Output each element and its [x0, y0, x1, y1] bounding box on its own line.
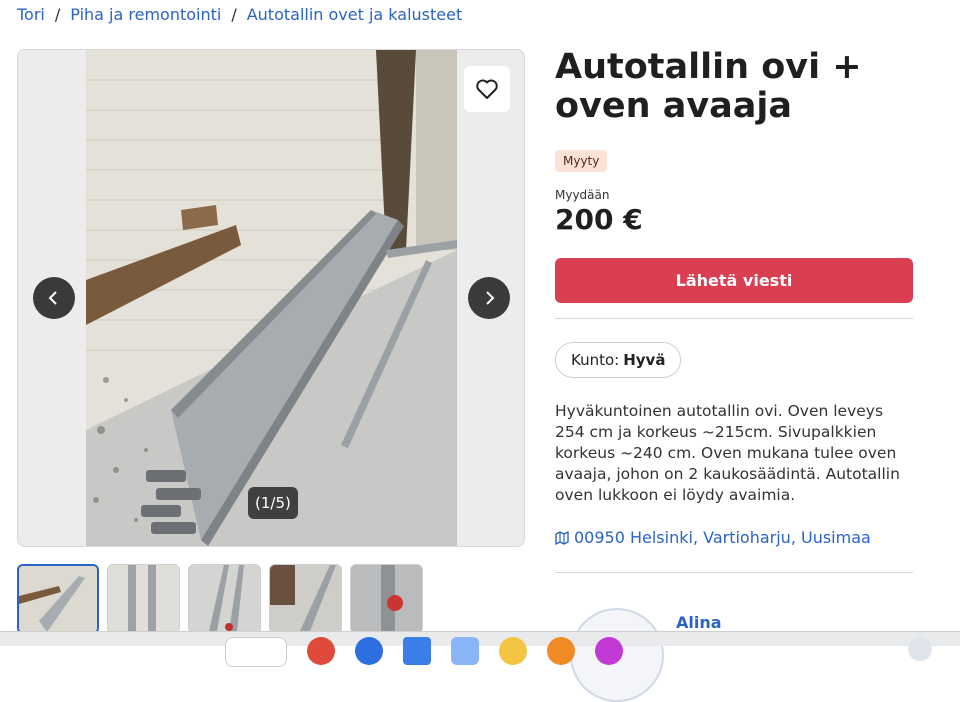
garage-door-photo: [86, 50, 457, 546]
taskbar-app-icon[interactable]: [547, 637, 575, 665]
condition-label: Kunto:: [571, 351, 620, 369]
image-gallery: (1/5): [17, 49, 525, 547]
breadcrumb-link-tori[interactable]: Tori: [17, 5, 45, 24]
favorite-button[interactable]: [464, 66, 510, 112]
breadcrumb: Tori / Piha ja remontointi / Autotallin …: [17, 5, 462, 24]
thumbnail-4[interactable]: [269, 564, 342, 634]
breadcrumb-link-autotallin-ovet[interactable]: Autotallin ovet ja kalusteet: [247, 5, 463, 24]
chevron-left-icon: [48, 291, 57, 305]
taskbar-tray-icon[interactable]: [908, 637, 932, 661]
taskbar-app-icon[interactable]: [355, 637, 383, 665]
location-text: 00950 Helsinki, Vartioharju, Uusimaa: [574, 528, 871, 547]
price-label: Myydään: [555, 188, 610, 202]
divider: [555, 318, 913, 319]
thumbnail-3[interactable]: [188, 564, 261, 634]
taskbar-app-icon[interactable]: [499, 637, 527, 665]
chevron-right-icon: [486, 291, 495, 305]
breadcrumb-separator: /: [231, 5, 237, 24]
map-icon: [555, 530, 569, 545]
thumbnail-2[interactable]: [107, 564, 180, 634]
thumbnail-3-image: [189, 565, 260, 631]
taskbar-app-icon[interactable]: [451, 637, 479, 665]
taskbar: [0, 631, 960, 667]
thumbnail-1[interactable]: [17, 564, 99, 634]
divider: [555, 572, 913, 573]
seller-name[interactable]: Alina: [676, 613, 722, 632]
taskbar-app-icon[interactable]: [403, 637, 431, 665]
thumbnail-5[interactable]: [350, 564, 423, 634]
thumbnail-4-image: [270, 565, 341, 631]
previous-image-button[interactable]: [33, 277, 75, 319]
listing-title: Autotallin ovi + oven avaaja: [555, 47, 862, 126]
location-link[interactable]: 00950 Helsinki, Vartioharju, Uusimaa: [555, 528, 871, 547]
taskbar-search[interactable]: [225, 637, 287, 667]
thumbnail-1-image: [19, 566, 97, 632]
listing-description: Hyväkuntoinen autotallin ovi. Oven levey…: [555, 402, 900, 504]
condition-value: Hyvä: [623, 351, 666, 369]
image-counter: (1/5): [248, 487, 298, 519]
breadcrumb-link-piha[interactable]: Piha ja remontointi: [70, 5, 221, 24]
main-photo[interactable]: [86, 50, 457, 546]
taskbar-app-icon[interactable]: [595, 637, 623, 665]
thumbnail-5-image: [351, 565, 422, 631]
send-message-button[interactable]: Lähetä viesti: [555, 258, 913, 303]
next-image-button[interactable]: [468, 277, 510, 319]
breadcrumb-separator: /: [54, 5, 61, 24]
thumbnail-strip: [17, 564, 423, 634]
taskbar-app-icon[interactable]: [307, 637, 335, 665]
condition-chip: Kunto: Hyvä: [555, 342, 682, 378]
status-badge: Myyty: [555, 150, 608, 172]
thumbnail-2-image: [108, 565, 179, 631]
price: 200 €: [555, 203, 643, 236]
heart-icon: [476, 79, 498, 99]
